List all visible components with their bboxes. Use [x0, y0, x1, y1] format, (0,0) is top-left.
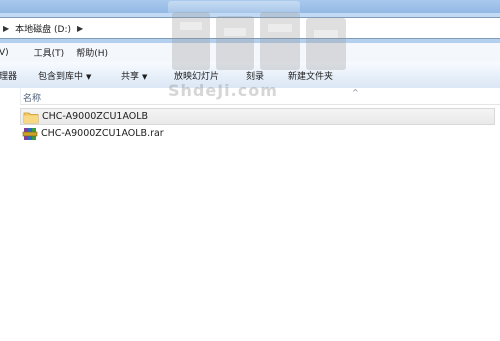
toolbar-slideshow-button[interactable]: 放映幻灯片	[174, 69, 219, 82]
rar-archive-icon	[22, 127, 38, 140]
breadcrumb-arrow-icon[interactable]: ▶	[77, 24, 83, 33]
toolbar-new-folder-button[interactable]: 新建文件夹	[288, 69, 333, 82]
dropdown-caret-icon: ▼	[86, 73, 92, 81]
toolbar-new-folder-label: 新建文件夹	[288, 72, 334, 82]
toolbar-include-label: 包含到库中	[38, 72, 84, 82]
menu-view[interactable]: V)	[0, 48, 13, 58]
toolbar-burn-button[interactable]: 刻录	[246, 69, 264, 82]
toolbar-include-in-library-button[interactable]: 包含到库中 ▼	[38, 69, 91, 82]
menu-bar: V) 工具(T) 帮助(H)	[0, 43, 500, 63]
menu-help[interactable]: 帮助(H)	[72, 46, 112, 59]
toolbar-manager-label: 理器	[0, 72, 18, 82]
column-separator	[20, 88, 21, 104]
file-name: CHC-A9000ZCU1AOLB	[42, 111, 149, 122]
column-header-label: 名称	[23, 94, 42, 104]
navigation-pane-edge	[0, 88, 20, 341]
folder-icon	[23, 112, 39, 123]
file-row-folder[interactable]: CHC-A9000ZCU1AOLB	[20, 108, 495, 125]
breadcrumb-arrow-icon[interactable]: ▶	[3, 24, 9, 33]
file-name: CHC-A9000ZCU1AOLB.rar	[41, 128, 164, 139]
command-toolbar: 理器 包含到库中 ▼ 共享 ▼ 放映幻灯片 刻录 新建文件夹	[0, 62, 500, 89]
file-row-archive[interactable]: CHC-A9000ZCU1AOLB.rar	[20, 125, 495, 142]
breadcrumb-item-drive[interactable]: 本地磁盘 (D:)	[15, 22, 71, 35]
menu-tools[interactable]: 工具(T)	[30, 46, 69, 59]
toolbar-burn-label: 刻录	[246, 72, 265, 82]
dropdown-caret-icon: ▼	[142, 73, 148, 81]
toolbar-slideshow-label: 放映幻灯片	[174, 72, 220, 82]
toolbar-share-label: 共享	[121, 72, 140, 82]
column-header-name[interactable]: 名称 ^	[20, 88, 500, 105]
address-bar[interactable]: ▶ 本地磁盘 (D:) ▶	[0, 17, 500, 39]
toolbar-manager-button[interactable]: 理器	[0, 69, 17, 82]
toolbar-share-button[interactable]: 共享 ▼	[121, 69, 147, 82]
sort-ascending-icon: ^	[352, 88, 359, 97]
